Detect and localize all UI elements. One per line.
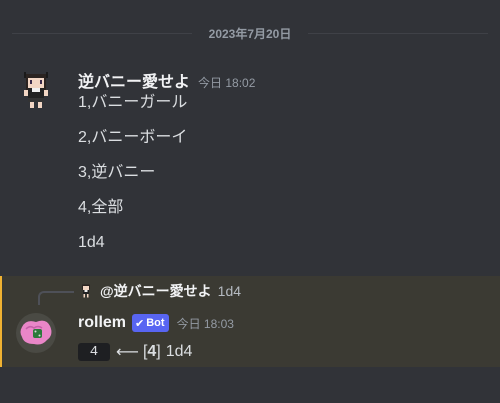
roll-text: 1d4 [165, 343, 193, 360]
reply-spine [38, 291, 74, 305]
date-divider: 2023年7月20日 [0, 22, 500, 44]
message-body: 1,バニーガール 2,バニーボーイ 3,逆バニー 4,全部 1d4 [78, 92, 187, 267]
timestamp: 今日 18:03 [176, 316, 234, 331]
message-line: 4,全部 [78, 199, 124, 216]
message-line: 2,バニーボーイ [78, 129, 188, 146]
reply-snippet[interactable]: 1d4 [218, 283, 241, 299]
bracket-value: 4 [147, 343, 157, 360]
username[interactable]: 逆バニー愛せよ [78, 68, 190, 92]
bot-badge: ✔ Bot [132, 314, 169, 332]
message-header: rollem ✔ Bot 今日 18:03 [78, 314, 234, 332]
chat-view: 2023年7月20日 逆バニー愛せよ 今日 18:02 1,バニーガール 2,バ… [0, 0, 500, 403]
bot-username[interactable]: rollem [78, 314, 126, 332]
reply-mention[interactable]: @逆バニー愛せよ [100, 281, 212, 301]
message-1[interactable]: 逆バニー愛せよ 今日 18:02 1,バニーガール 2,バニーボーイ 3,逆バニ… [0, 58, 500, 266]
divider-line-right [308, 33, 488, 34]
message-line: 1d4 [78, 234, 105, 251]
date-divider-text: 2023年7月20日 [208, 26, 292, 41]
bot-badge-label: Bot [146, 317, 165, 329]
check-icon: ✔ [135, 317, 145, 330]
mention-highlight-bar [0, 276, 2, 367]
reply-reference[interactable]: @逆バニー愛せよ 1d4 [78, 281, 241, 301]
timestamp: 今日 18:02 [198, 76, 256, 90]
user-avatar[interactable] [16, 70, 56, 110]
bot-avatar[interactable] [16, 313, 56, 353]
divider-line-left [12, 33, 192, 34]
arrow-icon: ⟵ [116, 344, 139, 361]
message-line: 1,バニーガール [78, 94, 188, 111]
message-header: 逆バニー愛せよ 今日 18:02 [78, 68, 255, 92]
bracket-close: ] [156, 343, 161, 360]
reply-avatar-icon [78, 283, 94, 299]
bot-message-body: 4 ⟵ [4] 1d4 [78, 342, 192, 362]
result-code: 4 [78, 343, 110, 361]
message-line: 3,逆バニー [78, 164, 156, 181]
message-2-bot-reply[interactable]: @逆バニー愛せよ 1d4 rollem ✔ Bot 今日 18:03 4 ⟵ [… [0, 276, 500, 367]
